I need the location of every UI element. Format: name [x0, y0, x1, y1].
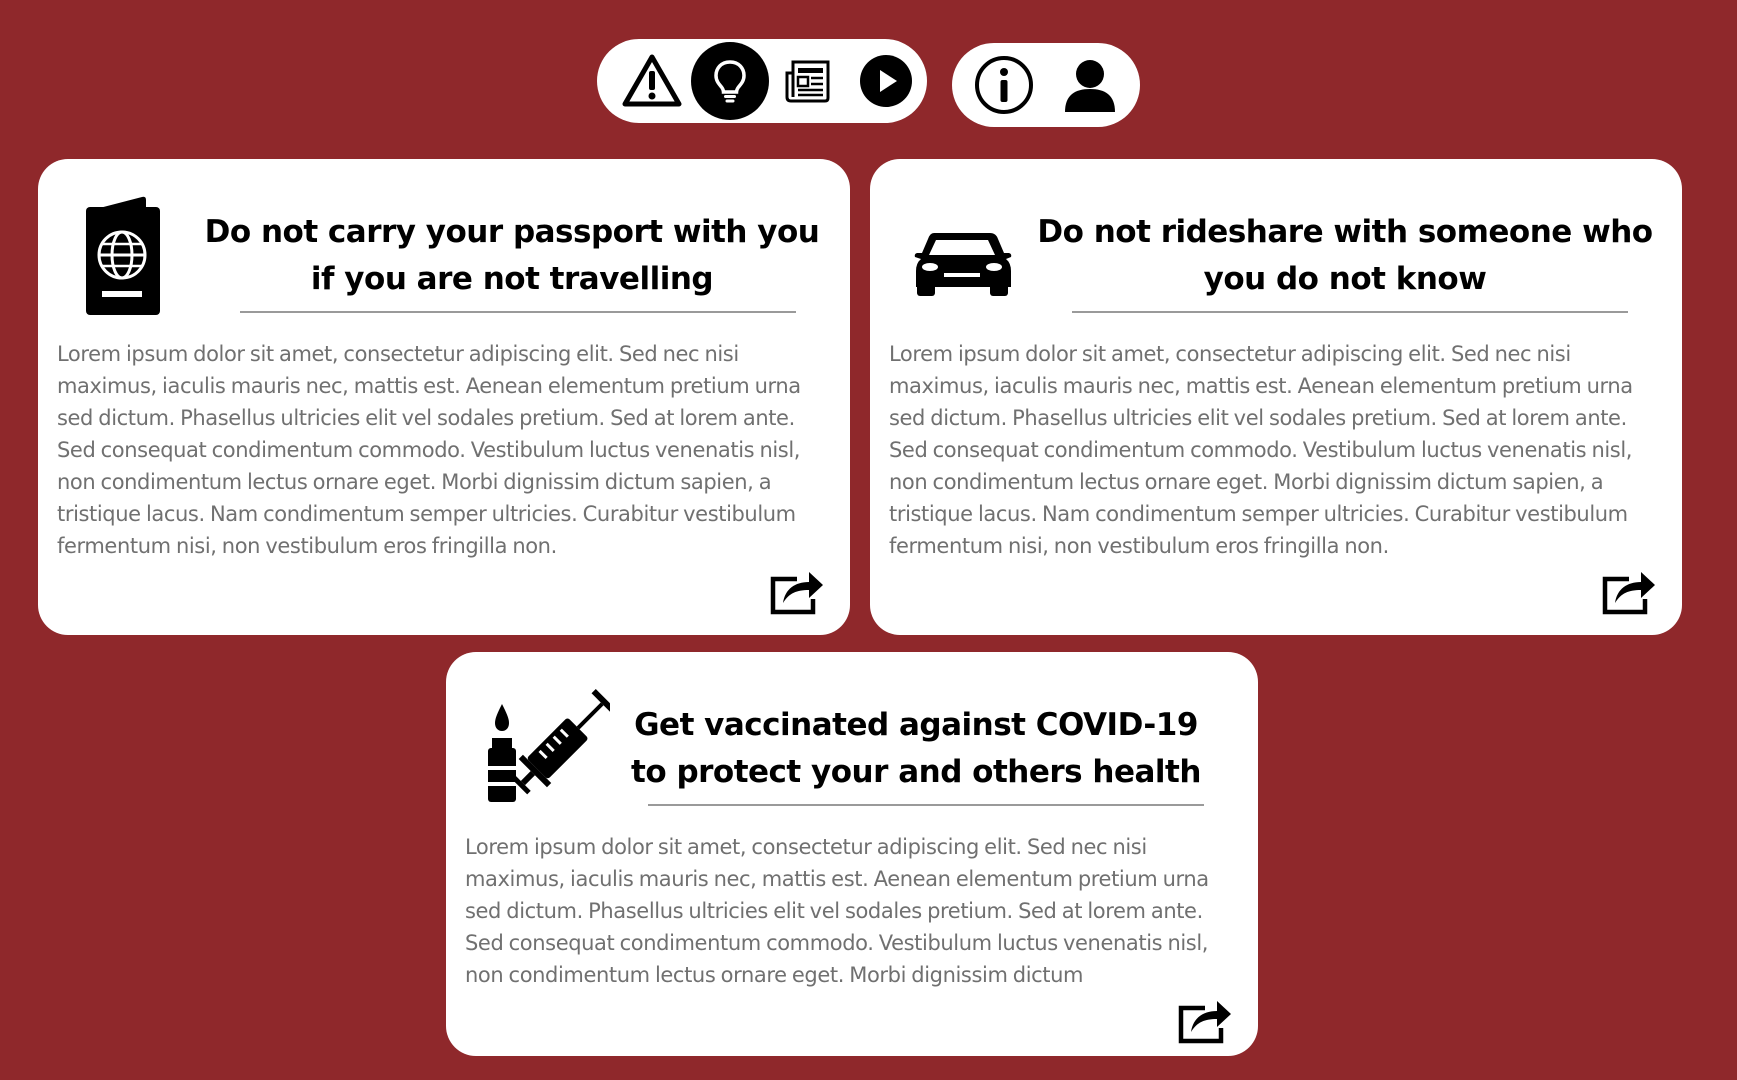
car-icon: [914, 233, 1012, 296]
info-icon: [975, 56, 1033, 114]
nav-news-button[interactable]: [769, 42, 847, 120]
card-title: Get vaccinated against COVID-19 to prote…: [631, 707, 1201, 790]
card-body: Lorem ipsum dolor sit amet, consectetur …: [889, 342, 1633, 558]
vaccine-icon: [488, 689, 610, 802]
play-icon: [860, 55, 912, 107]
card-body: Lorem ipsum dolor sit amet, consectetur …: [57, 342, 801, 558]
title-divider: [240, 311, 796, 313]
passport-icon: [86, 196, 160, 315]
newspaper-icon: [785, 60, 830, 103]
share-icon[interactable]: [769, 569, 825, 615]
nav-alerts-button[interactable]: [613, 42, 691, 120]
lightbulb-icon: [714, 60, 746, 103]
title-divider: [648, 804, 1204, 806]
info-button[interactable]: [974, 55, 1034, 115]
card-title: Do not carry your passport with you if y…: [204, 214, 820, 297]
nav-tips-button[interactable]: [691, 42, 769, 120]
nav-video-button[interactable]: [847, 42, 925, 120]
card-title: Do not rideshare with someone who you do…: [1037, 214, 1653, 297]
share-icon[interactable]: [1601, 569, 1657, 615]
share-icon[interactable]: [1177, 998, 1233, 1044]
title-divider: [1072, 311, 1628, 313]
tip-card-rideshare: Do not rideshare with someone who you do…: [870, 159, 1682, 635]
warning-icon: [622, 54, 682, 107]
profile-button[interactable]: [1062, 57, 1118, 113]
card-body: Lorem ipsum dolor sit amet, consectetur …: [465, 835, 1209, 987]
secondary-nav: [952, 43, 1140, 127]
primary-nav: [597, 39, 927, 123]
tip-card-vaccine: Get vaccinated against COVID-19 to prote…: [446, 652, 1258, 1056]
tip-card-passport: Do not carry your passport with you if y…: [38, 159, 850, 635]
user-icon: [1065, 60, 1115, 112]
